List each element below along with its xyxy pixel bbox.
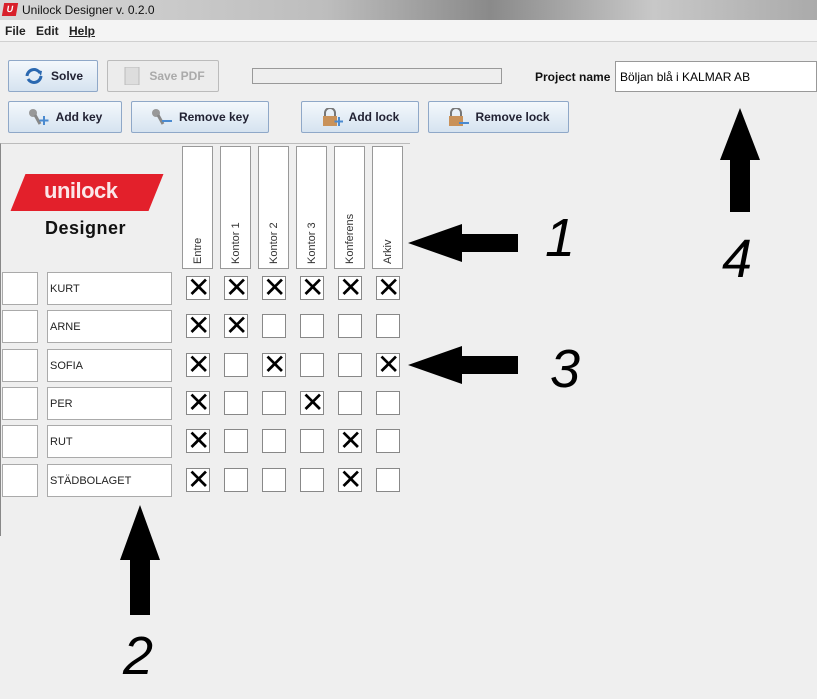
arrow-2-icon bbox=[120, 505, 160, 615]
annotation-layer bbox=[120, 108, 760, 615]
arrow-1-icon bbox=[408, 224, 518, 262]
annotation-1: 1 bbox=[545, 208, 576, 268]
arrow-4-icon bbox=[720, 108, 760, 212]
annotation-2: 2 bbox=[123, 626, 154, 686]
arrow-3-icon bbox=[408, 346, 518, 384]
annotation-3: 3 bbox=[550, 339, 581, 399]
annotation-4: 4 bbox=[722, 229, 753, 289]
